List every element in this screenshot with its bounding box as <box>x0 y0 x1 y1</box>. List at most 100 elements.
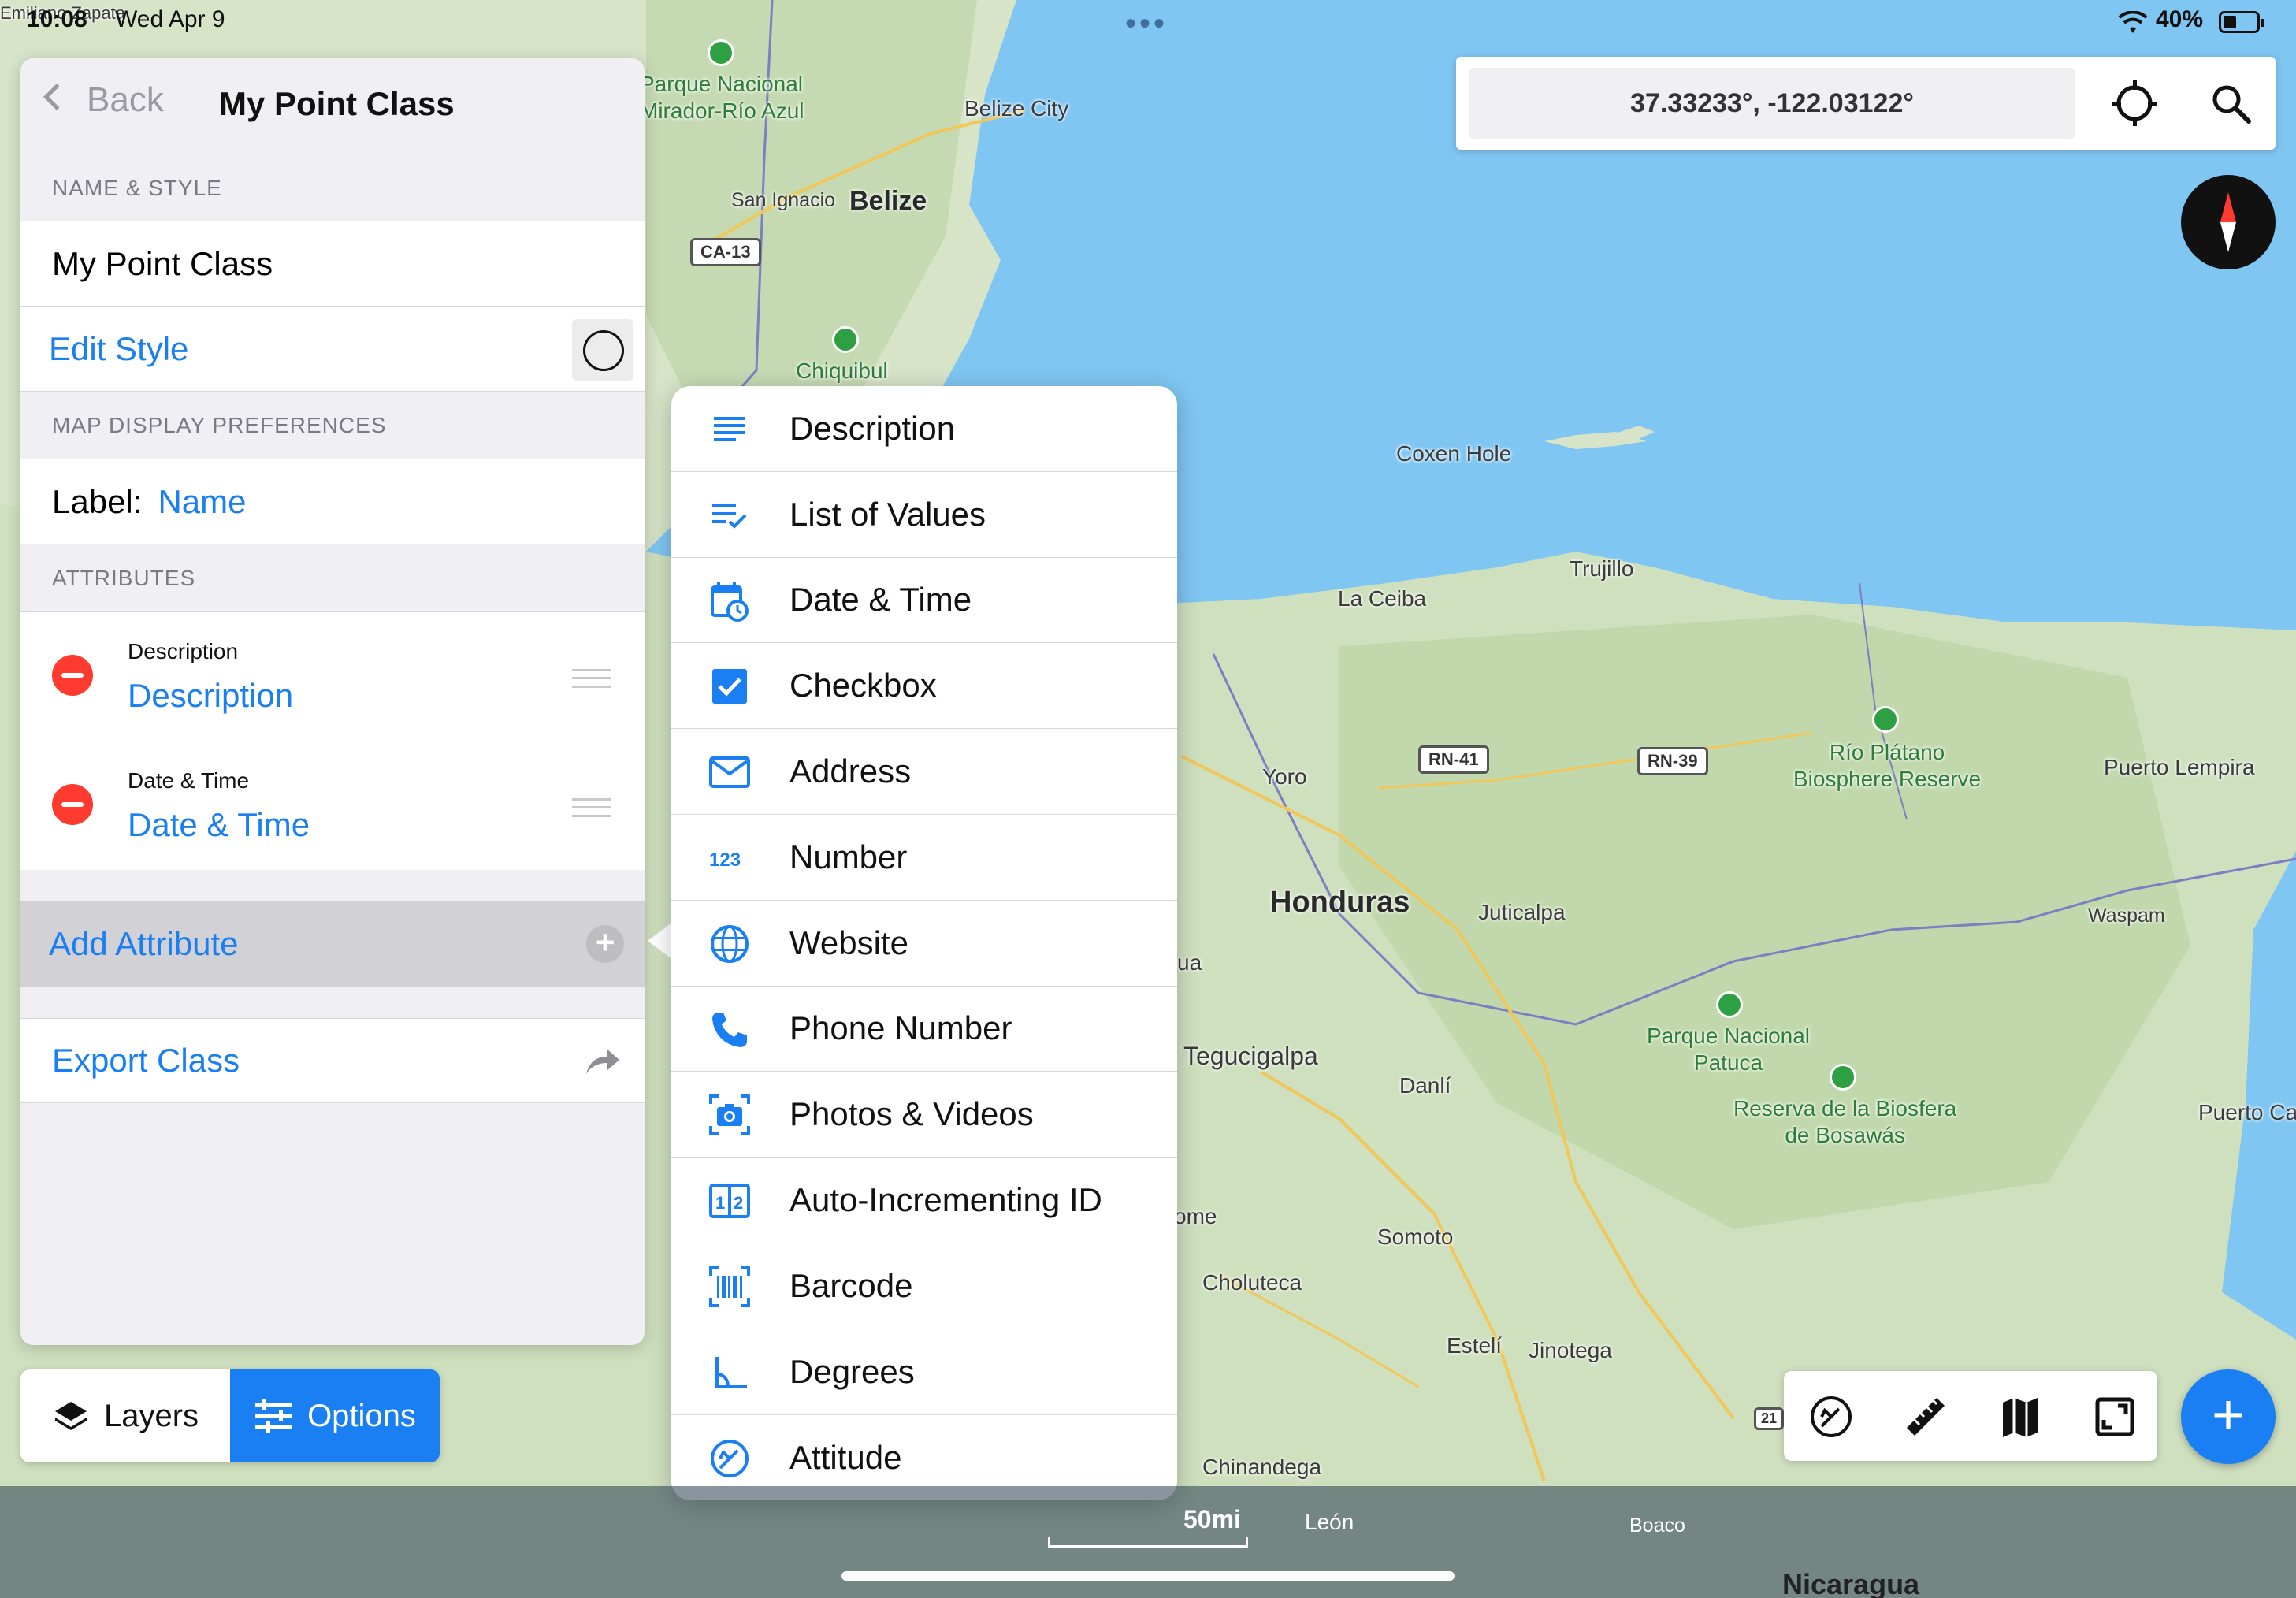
crosshair-location-icon[interactable] <box>2110 79 2159 128</box>
attribute-type-popover: Description List of Values Date & Time C… <box>671 386 1177 1500</box>
number-icon: 123 <box>709 849 741 871</box>
park-pin-icon <box>832 326 859 353</box>
label-preference-row[interactable]: Label: Name <box>20 459 645 544</box>
class-name-field[interactable]: My Point Class <box>20 221 645 306</box>
add-feature-button[interactable]: + <box>2181 1369 2276 1464</box>
menu-item-number[interactable]: 123 Number <box>671 815 1177 901</box>
map-label-chinandega: Chinandega <box>1202 1455 1322 1479</box>
drag-handle-icon[interactable] <box>572 669 611 688</box>
checkbox-icon <box>712 669 747 704</box>
map-label-puerto-lempira: Puerto Lempira <box>2104 755 2255 779</box>
home-indicator[interactable] <box>841 1571 1455 1581</box>
calendar-clock-icon <box>711 582 749 622</box>
map-label-rio-platano: Río Plátano Biosphere Reserve <box>1793 740 1982 791</box>
attribute-name: Date & Time <box>128 806 310 843</box>
attitude-tool-icon[interactable] <box>1807 1393 1855 1440</box>
status-date: Wed Apr 9 <box>115 6 225 32</box>
search-icon[interactable] <box>2208 80 2253 126</box>
map-label-choluteca: Choluteca <box>1202 1270 1302 1295</box>
map-label-ome: ome <box>1174 1204 1217 1228</box>
options-tab[interactable]: Options <box>230 1369 440 1462</box>
menu-item-address[interactable]: Address <box>671 729 1177 815</box>
map-label-waspam: Waspam <box>2088 905 2165 927</box>
auto-id-icon: 12 <box>709 1184 750 1219</box>
menu-item-label: Checkbox <box>789 667 937 704</box>
menu-item-label: Degrees <box>789 1352 915 1390</box>
add-attribute-label: Add Attribute <box>49 925 239 962</box>
attitude-icon <box>711 1439 749 1477</box>
menu-item-auto-id[interactable]: 12 Auto-Incrementing ID <box>671 1158 1177 1243</box>
map-icon[interactable] <box>1997 1393 2044 1440</box>
park-pin-icon <box>1830 1064 1856 1091</box>
map-label-patuca: Parque Nacional Patuca <box>1647 1024 1811 1075</box>
map-label-coxen-hole: Coxen Hole <box>1396 441 1512 466</box>
battery-percent: 40% <box>2156 6 2204 32</box>
attribute-type: Description <box>128 639 239 663</box>
map-label-leon: León <box>1305 1510 1354 1534</box>
edit-style-row[interactable]: Edit Style <box>20 306 645 391</box>
class-editor-panel: Back My Point Class NAME & STYLE My Poin… <box>20 58 645 1345</box>
attribute-row[interactable]: Date & Time Date & Time <box>20 741 645 870</box>
sliders-icon <box>255 1399 292 1433</box>
map-tools-bar <box>1784 1371 2157 1461</box>
menu-item-date-time[interactable]: Date & Time <box>671 558 1177 644</box>
barcode-icon <box>709 1265 750 1307</box>
export-class-label: Export Class <box>52 1042 240 1079</box>
map-label-jinotega: Jinotega <box>1529 1338 1612 1362</box>
road-shield: 21 <box>1754 1407 1785 1430</box>
envelope-icon <box>709 756 750 789</box>
coordinates-field[interactable]: 37.33233°, -122.03122° <box>1469 68 2075 139</box>
menu-item-label: Phone Number <box>789 1009 1012 1047</box>
layers-tab[interactable]: Layers <box>20 1369 230 1462</box>
layers-icon <box>54 1402 87 1430</box>
menu-item-description[interactable]: Description <box>671 386 1177 472</box>
fullscreen-icon[interactable] <box>2091 1393 2138 1440</box>
degrees-icon <box>715 1356 747 1388</box>
menu-item-photos-videos[interactable]: Photos & Videos <box>671 1072 1177 1158</box>
road-shield: CA-13 <box>690 238 761 266</box>
road-shield: RN-39 <box>1637 747 1708 775</box>
drag-handle-icon[interactable] <box>572 798 611 817</box>
section-header-attributes: ATTRIBUTES <box>20 544 645 611</box>
delete-attribute-icon[interactable] <box>52 784 93 825</box>
delete-attribute-icon[interactable] <box>52 655 93 696</box>
attribute-type: Date & Time <box>128 768 250 793</box>
svg-text:123: 123 <box>709 849 741 871</box>
add-attribute-row[interactable]: Add Attribute + <box>20 901 645 987</box>
menu-item-phone[interactable]: Phone Number <box>671 987 1177 1072</box>
export-class-row[interactable]: Export Class <box>20 1018 645 1103</box>
menu-item-label: Website <box>789 923 908 961</box>
menu-item-label: Number <box>789 838 908 875</box>
scale-bar <box>1048 1537 1248 1548</box>
edit-style-label: Edit Style <box>49 329 189 367</box>
attribute-name: Description <box>128 677 294 714</box>
label-value[interactable]: Name <box>158 483 246 521</box>
map-label-belize-city: Belize City <box>964 96 1069 121</box>
map-label-trujillo: Trujillo <box>1570 556 1634 581</box>
style-preview-icon[interactable] <box>572 319 633 381</box>
menu-item-barcode[interactable]: Barcode <box>671 1243 1177 1329</box>
map-label-nicaragua: Nicaragua <box>1782 1568 1920 1598</box>
coordinate-bar: 37.33233°, -122.03122° <box>1456 57 2276 150</box>
park-pin-icon <box>1716 991 1743 1018</box>
menu-item-website[interactable]: Website <box>671 901 1177 987</box>
label-caption: Label: <box>52 482 143 520</box>
share-arrow-icon <box>586 1049 619 1074</box>
menu-item-checkbox[interactable]: Checkbox <box>671 643 1177 730</box>
ruler-icon[interactable] <box>1902 1393 1949 1440</box>
back-label: Back <box>87 80 164 119</box>
menu-item-label: Address <box>789 753 912 790</box>
attribute-row[interactable]: Description Description <box>20 611 645 741</box>
map-label-honduras: Honduras <box>1270 886 1410 919</box>
menu-item-degrees[interactable]: Degrees <box>671 1329 1177 1415</box>
menu-item-label: Attitude <box>789 1438 902 1476</box>
multitasking-dots-icon[interactable]: ••• <box>1125 6 1168 42</box>
menu-item-list-of-values[interactable]: List of Values <box>671 472 1177 558</box>
layers-options-segment: Layers Options <box>20 1369 440 1462</box>
description-icon <box>714 417 745 441</box>
map-label-san-ignacio: San Ignacio <box>731 189 836 211</box>
park-pin-icon <box>1872 706 1899 733</box>
back-button[interactable]: Back <box>43 80 164 120</box>
map-label-danli: Danlí <box>1399 1073 1451 1098</box>
compass-button[interactable] <box>2181 175 2276 269</box>
